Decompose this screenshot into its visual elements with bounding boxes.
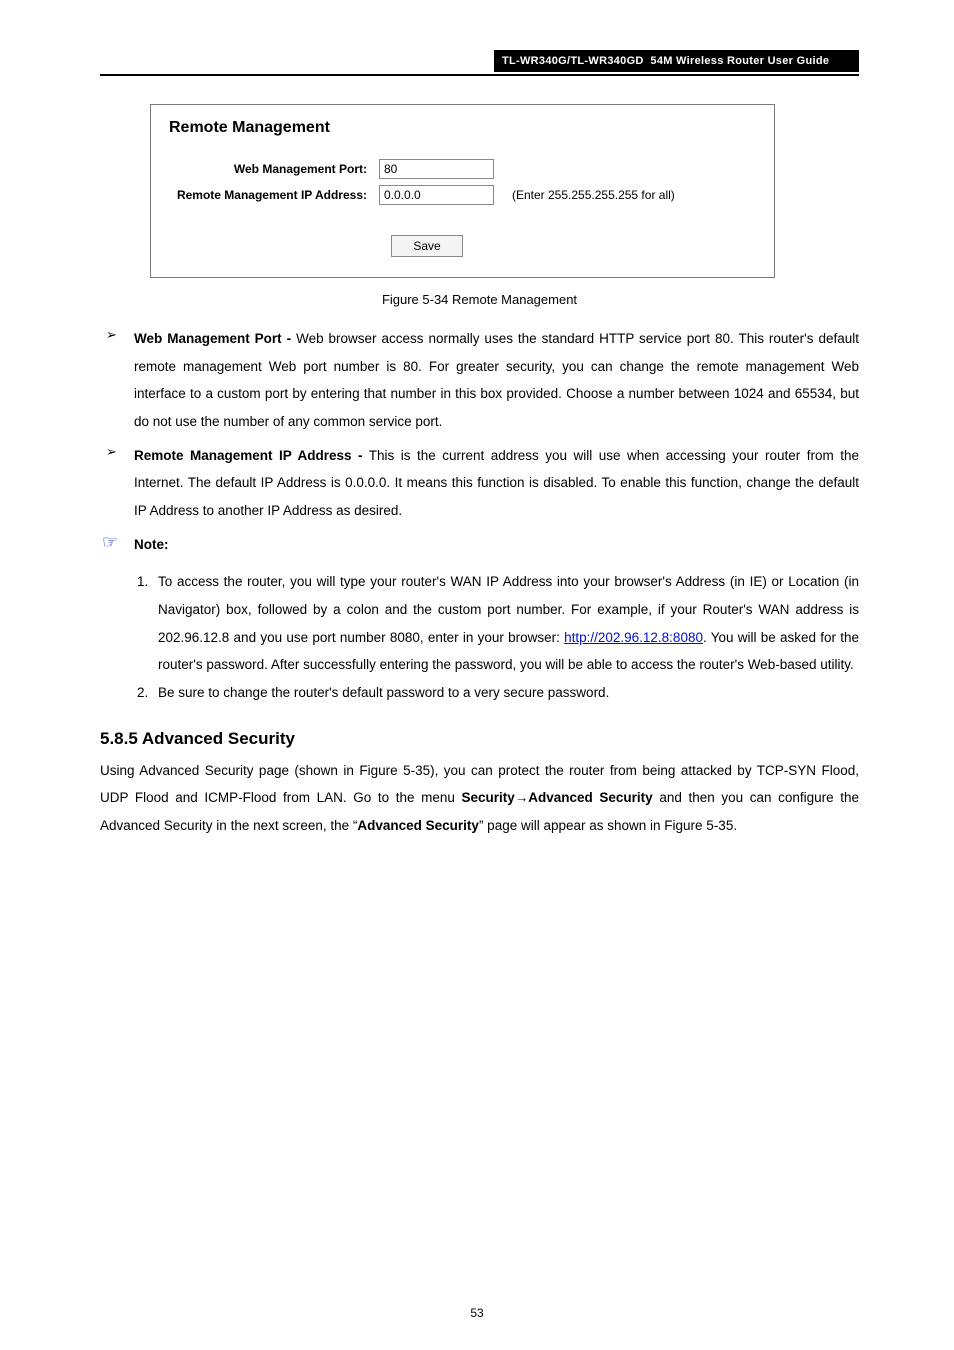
section-p-arrow: → (515, 790, 529, 805)
remote-management-panel: Remote Management Web Management Port: R… (150, 104, 775, 278)
bullet-arrow-icon: ➢ (100, 325, 134, 436)
section-p-b: Security (462, 790, 515, 805)
note-hand-icon: ☞ (100, 531, 134, 559)
label-remote-ip: Remote Management IP Address: (169, 188, 379, 202)
section-p-c: Advanced Security (528, 790, 652, 805)
section-heading: 5.8.5 Advanced Security (100, 729, 859, 749)
label-web-port: Web Management Port: (169, 162, 379, 176)
save-button[interactable]: Save (391, 235, 463, 257)
header-product: TL-WR340G/TL-WR340GD (502, 55, 644, 67)
section-paragraph: Using Advanced Security page (shown in F… (100, 757, 859, 840)
bullet-web-port-text: Web Management Port - Web browser access… (134, 325, 859, 436)
panel-title: Remote Management (169, 119, 756, 137)
section-p-e: Advanced Security (357, 818, 479, 833)
note-block: ☞ Note: (100, 531, 859, 559)
bullet-web-port: ➢ Web Management Port - Web browser acce… (100, 325, 859, 436)
note-list: To access the router, you will type your… (100, 568, 859, 706)
note-item-1-link[interactable]: http://202.96.12.8:8080 (564, 630, 703, 645)
figure-caption: Figure 5-34 Remote Management (100, 292, 859, 307)
section-p-f: ” page will appear as shown in Figure 5-… (479, 818, 737, 833)
input-web-port[interactable] (379, 159, 494, 179)
bullet-remote-ip: ➢ Remote Management IP Address - This is… (100, 442, 859, 525)
input-remote-ip[interactable] (379, 185, 494, 205)
note-item-1: To access the router, you will type your… (152, 568, 859, 679)
bullet-remote-ip-term: Remote Management IP Address - (134, 448, 363, 463)
row-remote-ip: Remote Management IP Address: (Enter 255… (169, 185, 756, 205)
note-item-2: Be sure to change the router's default p… (152, 679, 859, 707)
header-black-bar: TL-WR340G/TL-WR340GD 54M Wireless Router… (494, 50, 859, 72)
note-label: Note: (134, 531, 169, 559)
row-web-port: Web Management Port: (169, 159, 756, 179)
page-number: 53 (0, 1306, 954, 1320)
bullet-remote-ip-text: Remote Management IP Address - This is t… (134, 442, 859, 525)
bullet-web-port-term: Web Management Port - (134, 331, 291, 346)
bullet-arrow-icon: ➢ (100, 442, 134, 525)
header-subtitle: 54M Wireless Router User Guide (650, 55, 829, 67)
note-item-2-text: Be sure to change the router's default p… (158, 685, 609, 700)
hint-remote-ip: (Enter 255.255.255.255 for all) (512, 188, 675, 202)
header-rule (100, 74, 859, 76)
